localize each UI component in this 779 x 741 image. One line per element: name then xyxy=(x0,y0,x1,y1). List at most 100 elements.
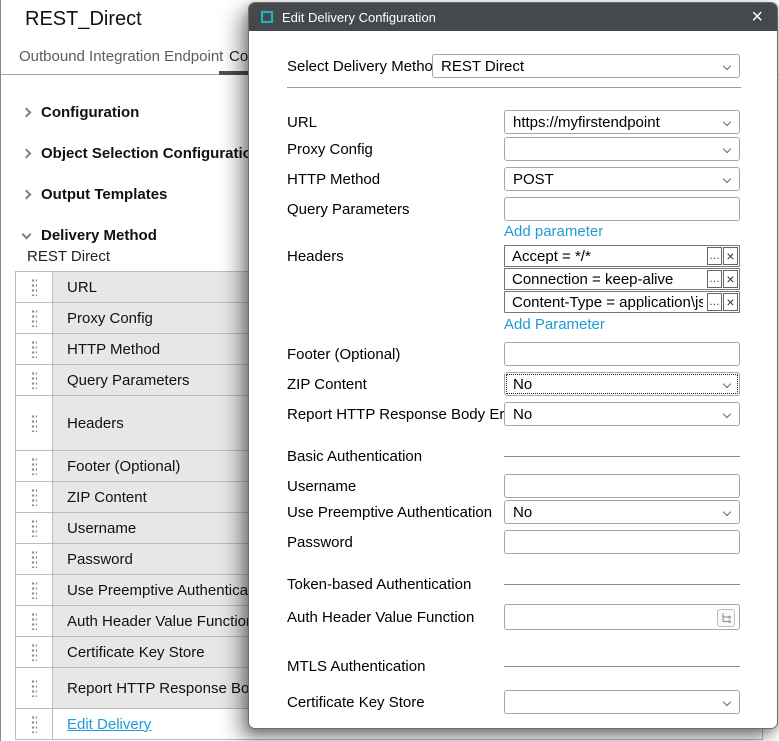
drag-handle[interactable] xyxy=(16,606,53,636)
drag-handle[interactable] xyxy=(16,544,53,574)
grip-dots-icon xyxy=(31,371,37,389)
chevron-down-icon xyxy=(723,62,731,70)
grip-dots-icon xyxy=(31,340,37,358)
proxy-config-label: Proxy Config xyxy=(287,141,504,158)
report-http-response-body-error-combobox[interactable]: No xyxy=(504,402,740,426)
username-label: Username xyxy=(287,478,504,495)
select-delivery-method-combobox[interactable]: REST Direct xyxy=(432,54,740,78)
report-http-response-body-error-label: Report HTTP Response Body Error xyxy=(287,406,504,423)
edit-header-button[interactable]: … xyxy=(707,247,722,265)
section-configuration[interactable]: Configuration xyxy=(23,92,261,133)
grip-dots-icon xyxy=(31,457,37,475)
use-preemptive-authentication-label: Use Preemptive Authentication xyxy=(287,504,504,521)
edit-header-button[interactable]: … xyxy=(707,270,722,288)
drag-handle[interactable] xyxy=(16,334,53,364)
page-title: REST_Direct xyxy=(25,8,142,31)
drag-handle[interactable] xyxy=(16,575,53,605)
password-label: Password xyxy=(287,534,504,551)
section-label: Output Templates xyxy=(41,186,167,203)
use-preemptive-authentication-value: No xyxy=(513,504,532,521)
zip-content-combobox[interactable]: No xyxy=(504,372,740,396)
auth-header-value-function-input[interactable] xyxy=(504,604,740,630)
drag-handle[interactable] xyxy=(16,303,53,333)
grip-dots-icon xyxy=(31,643,37,661)
certificate-key-store-combobox[interactable] xyxy=(504,690,740,714)
chevron-down-icon xyxy=(723,380,731,388)
footer-input[interactable] xyxy=(504,342,740,366)
drag-handle[interactable] xyxy=(16,668,53,708)
app-icon xyxy=(261,11,273,23)
close-icon[interactable]: × xyxy=(749,7,765,27)
app-window: REST_Direct Outbound Integration Endpoin… xyxy=(0,0,779,741)
edit-delivery-configuration-dialog: Edit Delivery Configuration × Select Del… xyxy=(248,2,778,729)
footer-optional-label: Footer (Optional) xyxy=(287,346,504,363)
url-value: https://myfirstendpoint xyxy=(513,114,660,131)
username-input[interactable] xyxy=(504,474,740,498)
auth-header-value-function-label: Auth Header Value Function xyxy=(287,609,504,626)
add-header-link[interactable]: Add Parameter xyxy=(504,316,605,333)
dialog-titlebar[interactable]: Edit Delivery Configuration × xyxy=(249,3,777,31)
header-item[interactable]: Content-Type = application\json … × xyxy=(504,291,740,313)
remove-header-button[interactable]: × xyxy=(723,270,738,288)
section-label: Delivery Method xyxy=(41,227,157,244)
grip-dots-icon xyxy=(31,519,37,537)
chevron-right-icon xyxy=(22,190,32,200)
use-preemptive-authentication-combobox[interactable]: No xyxy=(504,500,740,524)
token-based-authentication-heading: Token-based Authentication xyxy=(287,576,504,593)
chevron-right-icon xyxy=(22,108,32,118)
proxy-config-combobox[interactable] xyxy=(504,137,740,161)
report-http-response-body-error-value: No xyxy=(513,406,532,423)
header-item[interactable]: Accept = */* … × xyxy=(504,245,740,267)
grip-dots-icon xyxy=(31,550,37,568)
password-input[interactable] xyxy=(504,530,740,554)
query-parameters-label: Query Parameters xyxy=(287,201,504,218)
dialog-title: Edit Delivery Configuration xyxy=(282,10,749,25)
function-picker-button[interactable] xyxy=(717,609,735,627)
http-method-value: POST xyxy=(513,171,554,188)
header-item[interactable]: Connection = keep-alive … × xyxy=(504,268,740,290)
drag-handle[interactable] xyxy=(16,709,53,739)
http-method-combobox[interactable]: POST xyxy=(504,167,740,191)
remove-header-button[interactable]: × xyxy=(723,247,738,265)
url-combobox[interactable]: https://myfirstendpoint xyxy=(504,110,740,134)
grip-dots-icon xyxy=(31,309,37,327)
section-list: Configuration Object Selection Configura… xyxy=(23,92,261,256)
grip-dots-icon xyxy=(31,679,37,697)
grip-dots-icon xyxy=(31,581,37,599)
edit-delivery-link[interactable]: Edit Delivery xyxy=(67,716,151,733)
chevron-down-icon xyxy=(723,410,731,418)
tab-outbound-integration-endpoint[interactable]: Outbound Integration Endpoint xyxy=(19,48,223,65)
mtls-authentication-heading: MTLS Authentication xyxy=(287,658,504,675)
separator xyxy=(287,87,741,88)
drag-handle[interactable] xyxy=(16,272,53,302)
section-divider xyxy=(504,584,740,585)
drag-handle[interactable] xyxy=(16,637,53,667)
grip-dots-icon xyxy=(31,715,37,733)
drag-handle[interactable] xyxy=(16,482,53,512)
query-parameters-input[interactable] xyxy=(504,197,740,221)
chevron-right-icon xyxy=(22,149,32,159)
chevron-down-icon xyxy=(723,698,731,706)
select-delivery-method-value: REST Direct xyxy=(441,58,524,75)
chevron-down-icon xyxy=(723,508,731,516)
edit-header-button[interactable]: … xyxy=(707,293,722,311)
section-output-templates[interactable]: Output Templates xyxy=(23,174,261,215)
headers-label: Headers xyxy=(287,245,504,265)
drag-handle[interactable] xyxy=(16,365,53,395)
http-method-label: HTTP Method xyxy=(287,171,504,188)
certificate-key-store-label: Certificate Key Store xyxy=(287,694,504,711)
drag-handle[interactable] xyxy=(16,451,53,481)
drag-handle[interactable] xyxy=(16,513,53,543)
grip-dots-icon xyxy=(31,278,37,296)
remove-header-button[interactable]: × xyxy=(723,293,738,311)
section-divider xyxy=(504,456,740,457)
grip-dots-icon xyxy=(31,488,37,506)
add-parameter-link[interactable]: Add parameter xyxy=(504,223,603,240)
header-value: Content-Type = application\json xyxy=(512,294,703,311)
chevron-down-icon xyxy=(22,229,32,239)
chevron-down-icon xyxy=(723,175,731,183)
drag-handle[interactable] xyxy=(16,396,53,450)
section-label: Configuration xyxy=(41,104,139,121)
section-object-selection-configuration[interactable]: Object Selection Configuration xyxy=(23,133,261,174)
basic-authentication-heading: Basic Authentication xyxy=(287,448,504,465)
